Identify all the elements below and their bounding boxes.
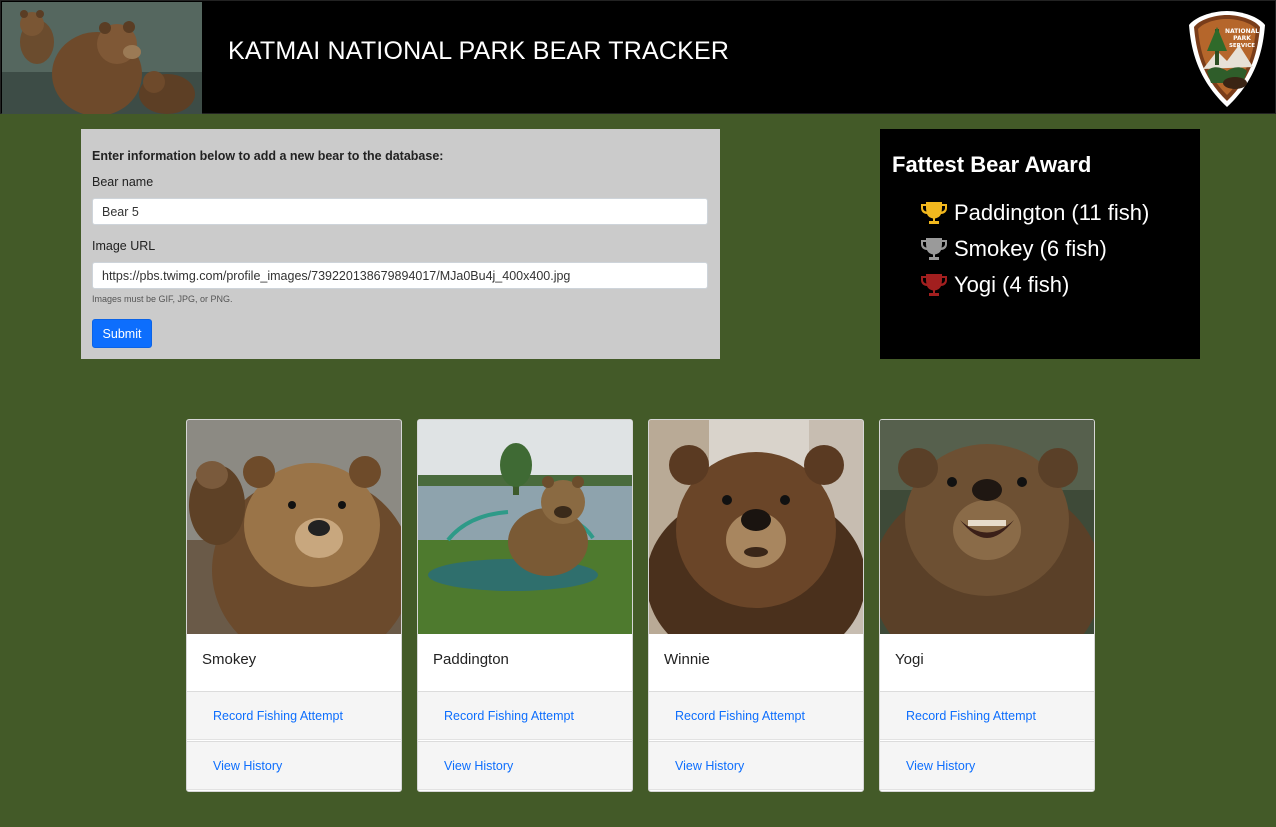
bronze-trophy-icon: [921, 274, 947, 296]
bear-photo: [880, 420, 1094, 634]
page-title: KATMAI NATIONAL PARK BEAR TRACKER: [228, 37, 730, 65]
bear-name: Smokey: [202, 651, 257, 668]
award-entry-text: Paddington (11 fish): [954, 200, 1150, 225]
view-history-link[interactable]: View History: [418, 741, 632, 790]
award-title: Fattest Bear Award: [892, 152, 1092, 177]
svg-text:NATIONAL: NATIONAL: [1225, 28, 1259, 35]
page-header: KATMAI NATIONAL PARK BEAR TRACKER NATION…: [0, 0, 1276, 114]
record-fishing-attempt-link[interactable]: Record Fishing Attempt: [880, 691, 1094, 740]
bear-name: Paddington: [433, 651, 509, 668]
nps-arrowhead-logo: NATIONAL PARK SERVICE: [1187, 9, 1267, 109]
bear-card-yogi: Yogi Record Fishing Attempt View History: [879, 419, 1095, 792]
silver-trophy-icon: [921, 238, 947, 260]
award-entry-text: Smokey (6 fish): [954, 236, 1107, 261]
bear-photo: [418, 420, 632, 634]
fattest-bear-award-panel: Fattest Bear Award Paddington (11 fish) …: [880, 129, 1200, 359]
record-fishing-attempt-link[interactable]: Record Fishing Attempt: [649, 691, 863, 740]
bear-photo: [649, 420, 863, 634]
add-bear-form: Enter information below to add a new bea…: [81, 129, 720, 359]
image-url-input[interactable]: [92, 262, 708, 289]
svg-text:SERVICE: SERVICE: [1229, 43, 1255, 49]
image-url-label: Image URL: [92, 239, 156, 253]
bear-name: Winnie: [664, 651, 710, 668]
view-history-link[interactable]: View History: [880, 741, 1094, 790]
submit-button[interactable]: Submit: [92, 319, 152, 348]
bear-card-winnie: Winnie Record Fishing Attempt View Histo…: [648, 419, 864, 792]
bear-photo: [187, 420, 401, 634]
bear-name: Yogi: [895, 651, 924, 668]
bear-name-input[interactable]: [92, 198, 708, 225]
bear-card-paddington: Paddington Record Fishing Attempt View H…: [417, 419, 633, 792]
record-fishing-attempt-link[interactable]: Record Fishing Attempt: [187, 691, 401, 740]
award-entry-text: Yogi (4 fish): [954, 272, 1070, 297]
view-history-link[interactable]: View History: [649, 741, 863, 790]
view-history-link[interactable]: View History: [187, 741, 401, 790]
award-entry-second: Smokey (6 fish): [920, 231, 1149, 267]
award-entry-first: Paddington (11 fish): [920, 195, 1149, 231]
gold-trophy-icon: [921, 202, 947, 224]
award-list: Paddington (11 fish) Smokey (6 fish) Yog…: [920, 195, 1149, 303]
image-format-help-text: Images must be GIF, JPG, or PNG.: [92, 294, 233, 304]
header-bear-photo: [2, 2, 202, 114]
form-intro-text: Enter information below to add a new bea…: [92, 149, 444, 163]
award-entry-third: Yogi (4 fish): [920, 267, 1149, 303]
bear-name-label: Bear name: [92, 175, 154, 189]
record-fishing-attempt-link[interactable]: Record Fishing Attempt: [418, 691, 632, 740]
svg-text:PARK: PARK: [1233, 35, 1251, 42]
bear-card-smokey: Smokey Record Fishing Attempt View Histo…: [186, 419, 402, 792]
